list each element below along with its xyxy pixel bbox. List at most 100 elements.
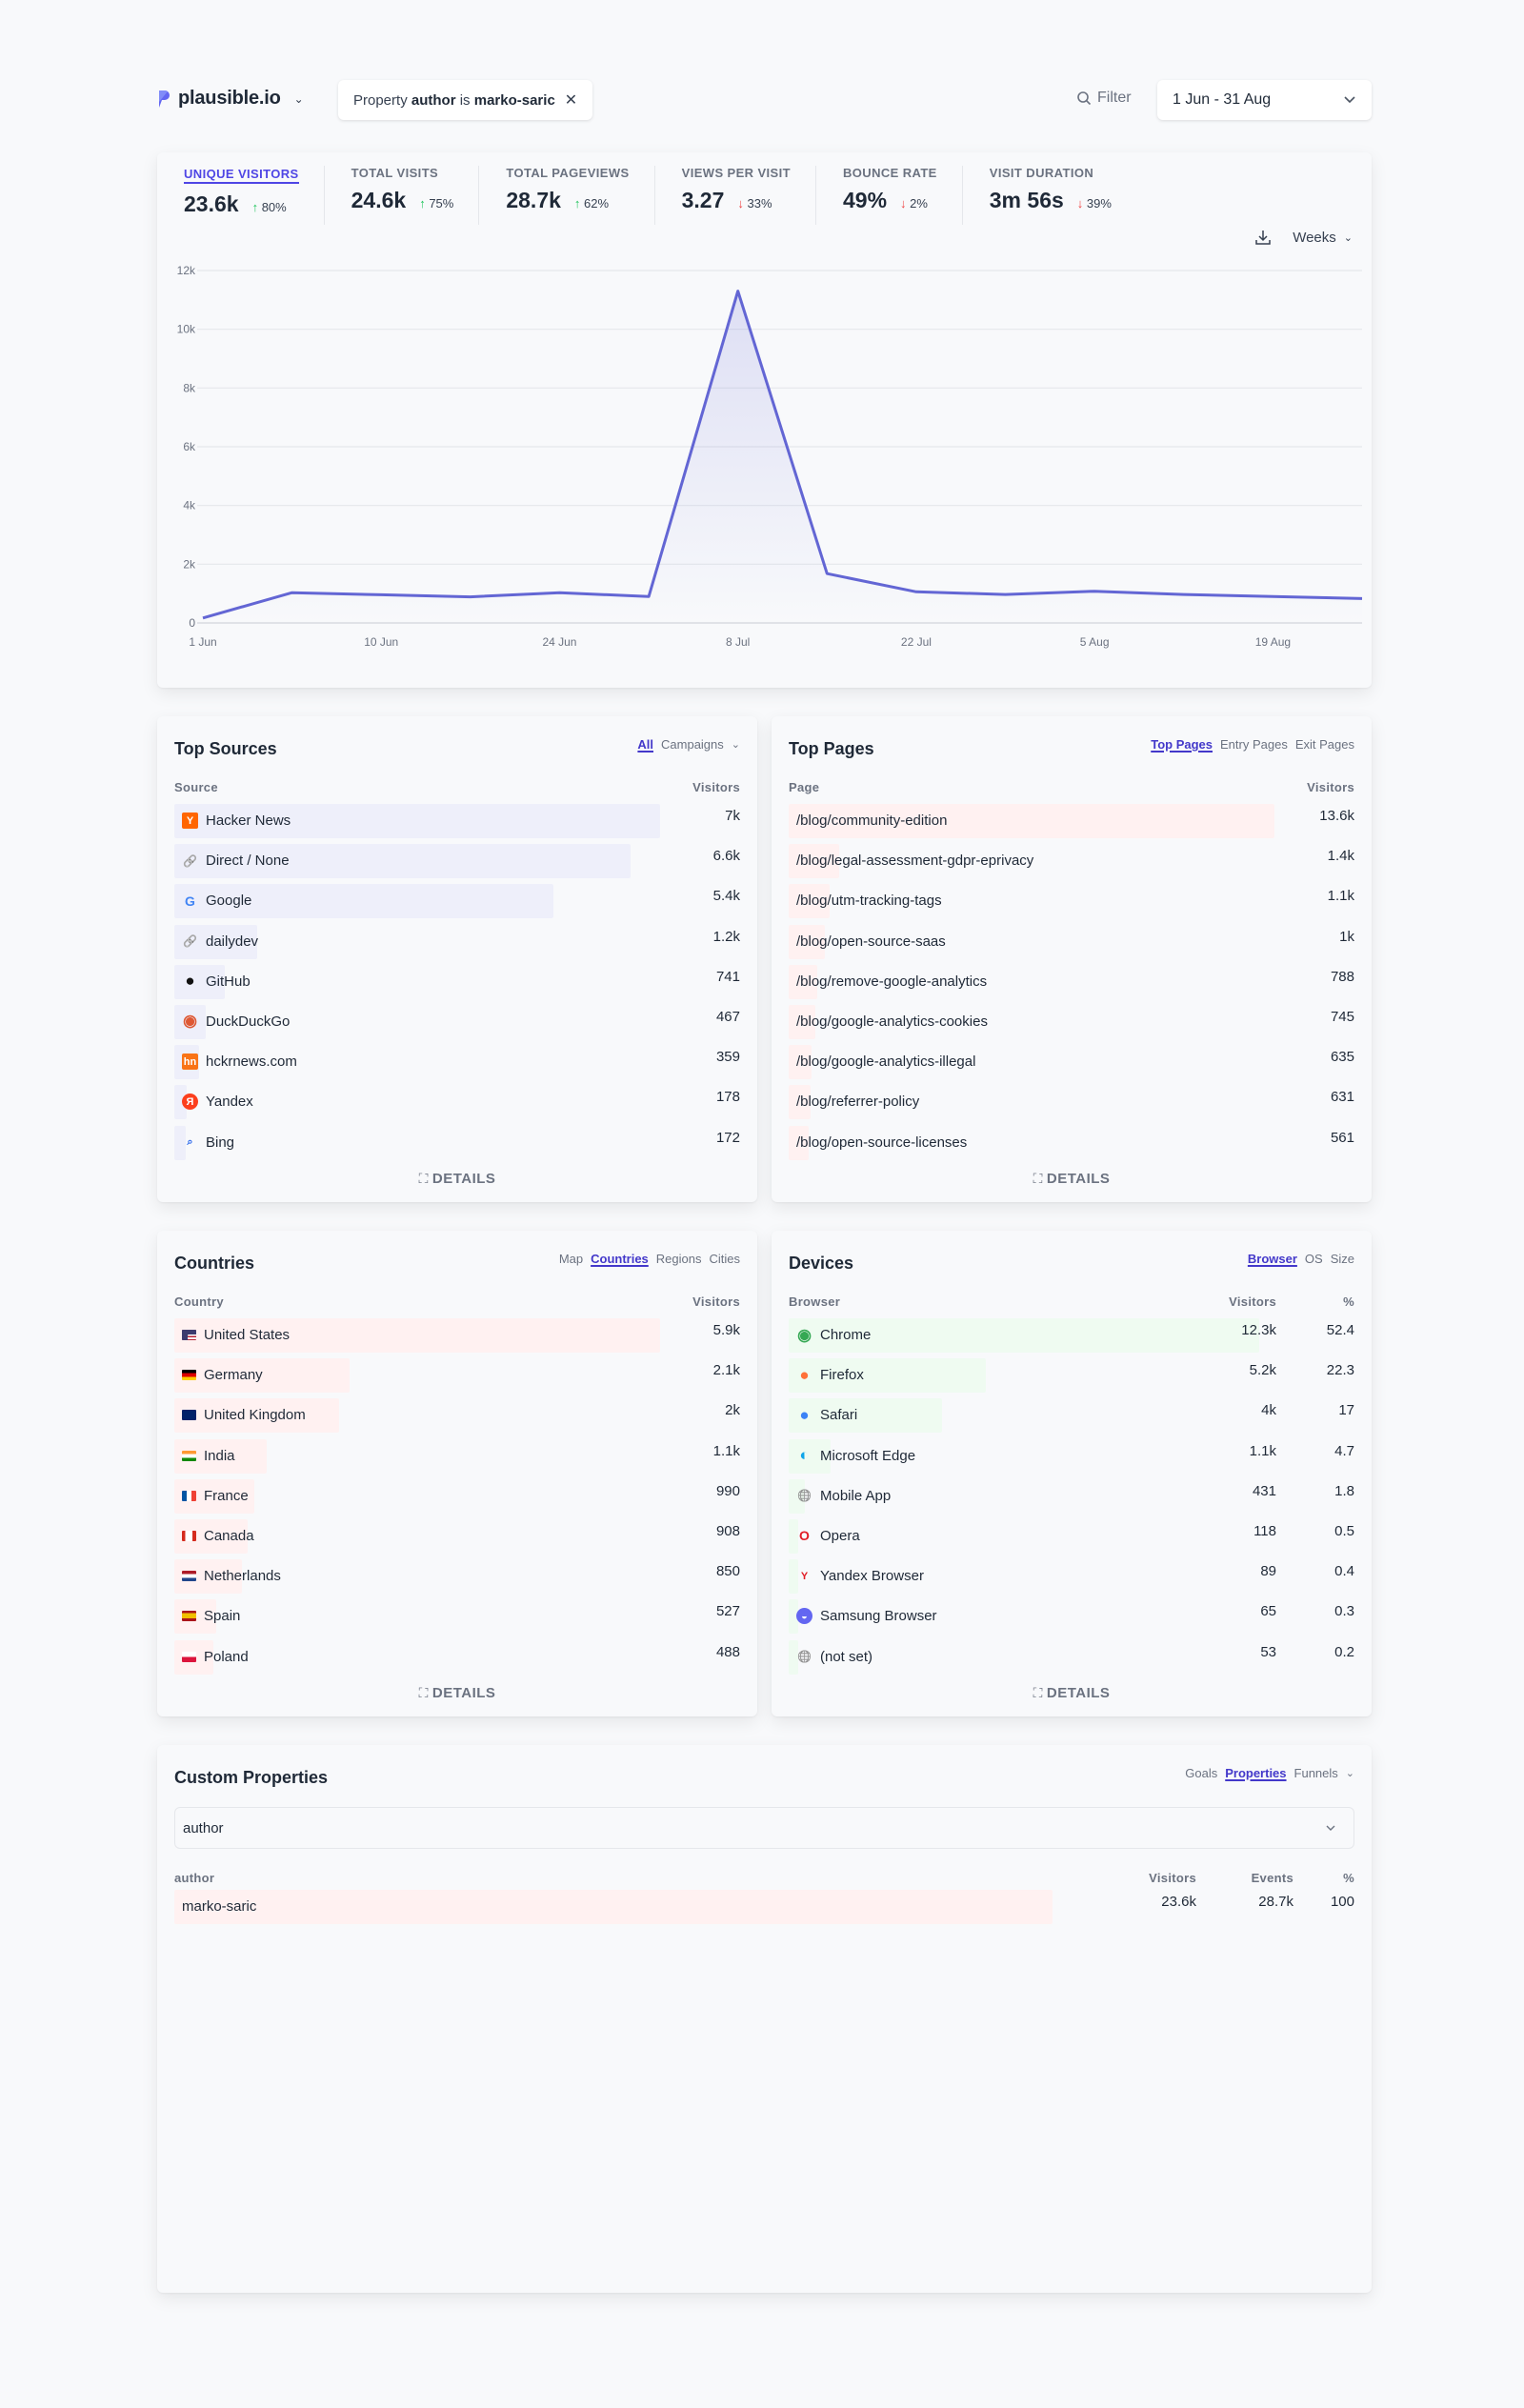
details-button[interactable]: ⛶ DETAILS bbox=[772, 1685, 1372, 1701]
table-row[interactable]: Canada 908 bbox=[174, 1518, 740, 1554]
tab-all[interactable]: All bbox=[637, 737, 653, 752]
row-label-text: DuckDuckGo bbox=[206, 1013, 291, 1030]
tab-goals[interactable]: Goals bbox=[1185, 1766, 1217, 1780]
tab-browser[interactable]: Browser bbox=[1248, 1252, 1297, 1266]
table-row[interactable]: G Google 5.4k bbox=[174, 884, 740, 919]
tab-regions[interactable]: Regions bbox=[656, 1252, 702, 1266]
row-label: France bbox=[182, 1488, 249, 1504]
table-row[interactable]: ● Safari 4k 17 bbox=[789, 1398, 1354, 1434]
top-bar: plausible.io ⌄ Property author is marko-… bbox=[157, 80, 1372, 120]
search-icon bbox=[1077, 91, 1092, 106]
table-row[interactable]: marko-saric 23.6k 28.7k 100 bbox=[174, 1890, 1354, 1924]
table-row[interactable]: /blog/legal-assessment-gdpr-eprivacy 1.4k bbox=[789, 844, 1354, 879]
tab-map[interactable]: Map bbox=[559, 1252, 583, 1266]
site-switcher[interactable]: plausible.io ⌄ bbox=[157, 88, 304, 110]
row-pct: 4.7 bbox=[1334, 1442, 1354, 1459]
table-row[interactable]: United States 5.9k bbox=[174, 1318, 740, 1353]
tab-top-pages[interactable]: Top Pages bbox=[1151, 737, 1213, 752]
tab-countries[interactable]: Countries bbox=[591, 1252, 649, 1266]
table-row[interactable]: /blog/open-source-saas 1k bbox=[789, 924, 1354, 959]
tab-os[interactable]: OS bbox=[1305, 1252, 1323, 1266]
table-row[interactable]: Poland 488 bbox=[174, 1639, 740, 1675]
active-filter-pill[interactable]: Property author is marko-saric ✕ bbox=[338, 80, 593, 120]
table-row[interactable]: Germany 2.1k bbox=[174, 1358, 740, 1394]
table-row[interactable]: Netherlands 850 bbox=[174, 1559, 740, 1595]
row-label-text: Yandex Browser bbox=[820, 1568, 924, 1585]
table-row[interactable]: Spain 527 bbox=[174, 1599, 740, 1635]
chart-controls: Weeks ⌄ bbox=[1254, 229, 1353, 246]
safari-icon: ● bbox=[799, 1405, 810, 1424]
filter-button[interactable]: Filter bbox=[1076, 90, 1132, 107]
table-row[interactable]: /blog/utm-tracking-tags 1.1k bbox=[789, 884, 1354, 919]
table-row[interactable]: /blog/open-source-licenses 561 bbox=[789, 1125, 1354, 1160]
table-row[interactable]: O Opera 118 0.5 bbox=[789, 1518, 1354, 1554]
row-visitors: 1.1k bbox=[1249, 1442, 1276, 1459]
table-row[interactable]: 🌐 (not set) 53 0.2 bbox=[789, 1639, 1354, 1675]
row-label: /blog/google-analytics-cookies bbox=[796, 1013, 988, 1030]
download-icon[interactable] bbox=[1254, 229, 1272, 246]
row-label-text: Mobile App bbox=[820, 1487, 892, 1504]
details-button[interactable]: ⛶ DETAILS bbox=[157, 1171, 757, 1187]
details-button[interactable]: ⛶ DETAILS bbox=[157, 1685, 757, 1701]
table-row[interactable]: ◉ Chrome 12.3k 52.4 bbox=[789, 1318, 1354, 1353]
table-row[interactable]: France 990 bbox=[174, 1478, 740, 1514]
table-row[interactable]: United Kingdom 2k bbox=[174, 1398, 740, 1434]
tab-properties[interactable]: Properties bbox=[1225, 1766, 1286, 1780]
row-visitors: 1.1k bbox=[712, 1442, 740, 1459]
metric-total-pageviews[interactable]: TOTAL PAGEVIEWS 28.7k ↑ 62% bbox=[506, 166, 655, 225]
row-label-text: /blog/open-source-licenses bbox=[796, 1134, 968, 1151]
table-row[interactable]: /blog/referrer-policy 631 bbox=[789, 1085, 1354, 1120]
table-row[interactable]: /blog/google-analytics-cookies 745 bbox=[789, 1004, 1354, 1039]
row-visitors: 631 bbox=[1330, 1089, 1354, 1106]
tab-size[interactable]: Size bbox=[1331, 1252, 1354, 1266]
interval-picker[interactable]: Weeks ⌄ bbox=[1293, 230, 1353, 246]
metric-unique-visitors[interactable]: UNIQUE VISITORS 23.6k ↑ 80% bbox=[184, 166, 325, 225]
flag-nl-icon bbox=[182, 1571, 196, 1582]
details-label: DETAILS bbox=[1046, 1685, 1111, 1701]
tab-cities[interactable]: Cities bbox=[709, 1252, 740, 1266]
row-visitors: 561 bbox=[1330, 1129, 1354, 1146]
table-row[interactable]: ◉ DuckDuckGo 467 bbox=[174, 1004, 740, 1039]
table-row[interactable]: 🔗 Direct / None 6.6k bbox=[174, 844, 740, 879]
table-row[interactable]: ● GitHub 741 bbox=[174, 964, 740, 999]
table-row[interactable]: /blog/remove-google-analytics 788 bbox=[789, 964, 1354, 999]
metric-visit-duration[interactable]: VISIT DURATION 3m 56s ↓ 39% bbox=[990, 166, 1136, 225]
table-row[interactable]: India 1.1k bbox=[174, 1438, 740, 1474]
tab-entry-pages[interactable]: Entry Pages bbox=[1220, 737, 1288, 752]
tab-campaigns[interactable]: Campaigns bbox=[661, 737, 724, 752]
chevron-down-icon bbox=[1344, 96, 1355, 104]
remove-filter-icon[interactable]: ✕ bbox=[565, 90, 577, 110]
chevron-down-icon[interactable]: ⌄ bbox=[1346, 1767, 1354, 1779]
metric-values: 3m 56s ↓ 39% bbox=[990, 188, 1112, 213]
table-row[interactable]: ◐ Microsoft Edge 1.1k 4.7 bbox=[789, 1438, 1354, 1474]
row-visitors: 1.2k bbox=[712, 928, 740, 945]
table-row[interactable]: hn hckrnews.com 359 bbox=[174, 1045, 740, 1080]
table-row[interactable]: /blog/google-analytics-illegal 635 bbox=[789, 1045, 1354, 1080]
metric-value: 23.6k bbox=[184, 191, 239, 216]
table-row[interactable]: ⌕ Bing 172 bbox=[174, 1125, 740, 1160]
table-row[interactable]: Y Hacker News 7k bbox=[174, 804, 740, 838]
metric-bounce-rate[interactable]: BOUNCE RATE 49% ↓ 2% bbox=[843, 166, 963, 225]
metric-total-visits[interactable]: TOTAL VISITS 24.6k ↑ 75% bbox=[351, 166, 480, 225]
tab-funnels[interactable]: Funnels bbox=[1294, 1766, 1338, 1780]
row-label-text: (not set) bbox=[820, 1648, 873, 1665]
table-row[interactable]: 🌐 Mobile App 431 1.8 bbox=[789, 1478, 1354, 1514]
row-label: India bbox=[182, 1448, 235, 1464]
table-row[interactable]: ◒ Samsung Browser 65 0.3 bbox=[789, 1599, 1354, 1635]
row-label: 🌐 (not set) bbox=[796, 1649, 872, 1665]
tab-exit-pages[interactable]: Exit Pages bbox=[1295, 737, 1354, 752]
row-label-text: Firefox bbox=[820, 1367, 864, 1384]
visitors-line-chart[interactable]: 0 2k 4k 6k 8k 10k 12k 1 Jun 10 Jun 24 Jun 8 Jul 22 … bbox=[157, 257, 1372, 676]
table-row[interactable]: Y Yandex Browser 89 0.4 bbox=[789, 1559, 1354, 1595]
metric-values: 28.7k ↑ 62% bbox=[506, 188, 629, 213]
table-row[interactable]: /blog/community-edition 13.6k bbox=[789, 804, 1354, 838]
table-row[interactable]: Я Yandex 178 bbox=[174, 1085, 740, 1120]
date-range-picker[interactable]: 1 Jun - 31 Aug bbox=[1157, 80, 1372, 120]
details-button[interactable]: ⛶ DETAILS bbox=[772, 1171, 1372, 1187]
chevron-down-icon[interactable]: ⌄ bbox=[732, 738, 740, 751]
metric-views-per-visit[interactable]: VIEWS PER VISIT 3.27 ↓ 33% bbox=[682, 166, 816, 225]
property-select[interactable]: author bbox=[174, 1807, 1354, 1849]
table-row[interactable]: ● Firefox 5.2k 22.3 bbox=[789, 1358, 1354, 1394]
row-visitors: 23.6k bbox=[1161, 1894, 1196, 1910]
table-row[interactable]: 🔗 dailydev 1.2k bbox=[174, 924, 740, 959]
